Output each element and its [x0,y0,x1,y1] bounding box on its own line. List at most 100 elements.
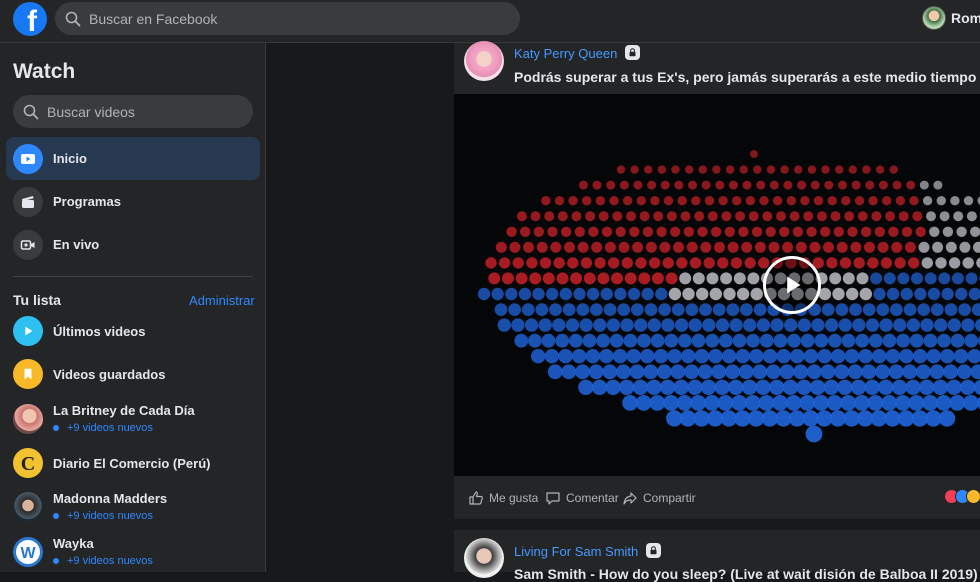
led-light [579,318,592,331]
led-light [760,334,774,348]
led-light [772,395,788,411]
led-light [851,380,866,395]
sidebar-item-en-vivo[interactable]: En vivo [6,223,260,266]
led-light [726,165,734,173]
avatar[interactable] [464,538,504,578]
divider [13,276,253,277]
led-light [720,272,732,284]
led-light [722,349,736,363]
led-light [926,211,936,221]
led-light [568,196,577,205]
led-light [509,242,520,253]
led-light [920,181,929,190]
led-light [922,257,933,268]
led-light [817,349,831,363]
led-light [695,349,709,363]
list-item-madonna[interactable]: Madonna Madders +9 videos nuevos [13,491,167,522]
reaction-summary[interactable] [944,489,977,504]
led-light [646,380,661,395]
led-light [869,334,883,348]
led-light [757,318,770,331]
led-light [578,380,593,395]
led-light [700,242,711,253]
led-light [824,181,833,190]
led-light [593,181,602,190]
global-search-input[interactable] [89,11,489,27]
list-item-wayka[interactable]: W Wayka +9 videos nuevos [13,536,153,567]
led-light [909,395,925,411]
post-author[interactable]: Living For Sam Smith [514,544,638,559]
manage-list-link[interactable]: Administrar [189,293,255,308]
led-light [811,181,820,190]
led-light [716,318,729,331]
video-search[interactable] [13,95,253,128]
list-item-videos-guardados[interactable]: Videos guardados [13,359,165,389]
share-button[interactable]: Compartir [622,490,696,506]
led-light [814,196,823,205]
led-light [972,303,980,316]
led-light [705,196,714,205]
led-light [712,165,720,173]
led-light [711,227,721,237]
led-light [569,334,583,348]
led-light [638,272,650,284]
list-item-ultimos-videos[interactable]: Últimos videos [13,316,145,346]
led-light [807,364,822,379]
led-light [617,165,625,173]
sidebar-item-programas[interactable]: Programas [6,180,260,223]
led-light [806,426,823,443]
led-light [664,334,678,348]
led-light [917,303,930,316]
led-light [649,257,660,268]
led-light [529,272,541,284]
led-light [637,334,651,348]
post-author[interactable]: Katy Perry Queen [514,46,617,61]
play-button[interactable] [763,256,821,314]
led-light [663,257,674,268]
led-light [876,165,884,173]
avatar[interactable] [464,41,504,81]
led-light [801,334,815,348]
led-light [922,395,938,411]
led-light [902,227,912,237]
sidebar-item-label: Inicio [53,151,87,166]
led-light [850,242,861,253]
led-light [854,257,865,268]
led-light [976,257,980,268]
led-light [647,181,656,190]
led-light [623,196,632,205]
led-light [817,211,827,221]
sidebar-item-inicio[interactable]: Inicio [6,137,260,180]
led-light [857,272,869,284]
video-search-input[interactable] [47,104,237,120]
led-light [786,395,802,411]
list-item-britney[interactable]: La Britney de Cada Día +9 videos nuevos [13,403,195,434]
like-button[interactable]: Me gusta [468,490,538,506]
led-light [692,334,706,348]
led-light [846,288,858,300]
led-light [589,364,604,379]
led-light [532,288,544,300]
led-light [743,318,756,331]
led-light [699,303,712,316]
led-light [873,288,885,300]
profile-link[interactable]: Romm [922,6,980,30]
video-player[interactable] [454,94,980,476]
led-light [634,318,647,331]
led-light [721,211,731,221]
facebook-logo[interactable]: f [13,2,47,36]
play-video-icon [13,144,43,174]
led-light [863,303,876,316]
post-text: Podrás superar a tus Ex's, pero jamás su… [514,69,980,85]
list-item-el-comercio[interactable]: C Diario El Comercio (Perú) [13,448,210,478]
led-light [648,318,661,331]
led-light [641,288,653,300]
global-search[interactable] [55,2,520,35]
led-light [834,227,844,237]
led-light [814,334,828,348]
led-light [852,181,861,190]
comment-button[interactable]: Comentar [545,490,619,506]
led-light [890,303,903,316]
led-light [943,227,953,237]
led-light [901,288,913,300]
